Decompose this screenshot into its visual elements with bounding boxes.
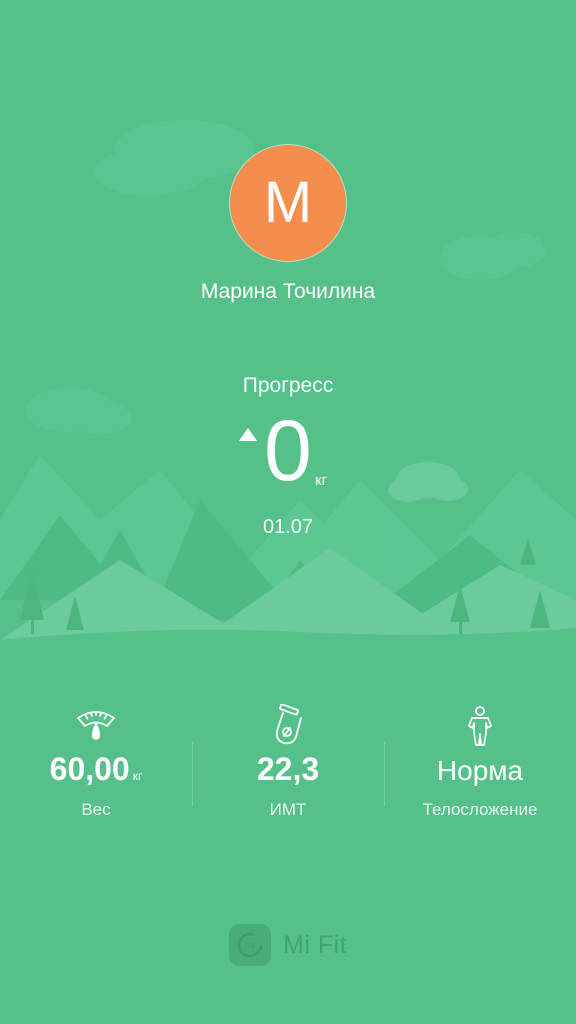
bmi-value: 22,3 xyxy=(256,751,320,787)
progress-date: 01.07 xyxy=(262,516,314,538)
body-type-icon xyxy=(468,706,492,746)
avatar-letter: M xyxy=(263,170,313,235)
mountain-scenery xyxy=(0,0,576,700)
brand-footer: mi Mi Fit xyxy=(229,922,347,968)
weight-value-wrap: 60,00 кг xyxy=(0,751,192,787)
body-type-value-wrap: Норма xyxy=(384,755,576,787)
progress-label: Прогресс xyxy=(242,374,334,397)
progress-unit: кг xyxy=(315,472,328,489)
weight-label: Вес xyxy=(81,800,111,819)
stat-body-type[interactable]: Норма Телосложение xyxy=(384,700,576,830)
logo-text: mi xyxy=(245,940,255,950)
profile-name: Марина Точилина xyxy=(200,280,376,303)
bmi-label: ИМТ xyxy=(269,800,307,819)
body-type-label: Телосложение xyxy=(422,800,538,819)
progress-value: 0 xyxy=(264,403,312,499)
bmi-value-wrap: 22,3 xyxy=(192,751,384,787)
brand-name: Mi Fit xyxy=(283,930,348,959)
bmi-icon xyxy=(275,704,302,745)
weight-unit: кг xyxy=(132,769,143,783)
profile-avatar[interactable]: M xyxy=(230,145,346,261)
logo-ring-icon: mi xyxy=(237,932,263,958)
scale-icon xyxy=(77,711,115,740)
body-type-value: Норма xyxy=(436,755,524,786)
triangle-up-icon xyxy=(239,428,257,441)
mi-fit-logo-icon: mi xyxy=(229,924,271,966)
stat-bmi[interactable]: 22,3 ИМТ xyxy=(192,700,384,830)
stat-weight[interactable]: 60,00 кг Вес xyxy=(0,700,192,830)
weight-value: 60,00 xyxy=(49,751,130,787)
